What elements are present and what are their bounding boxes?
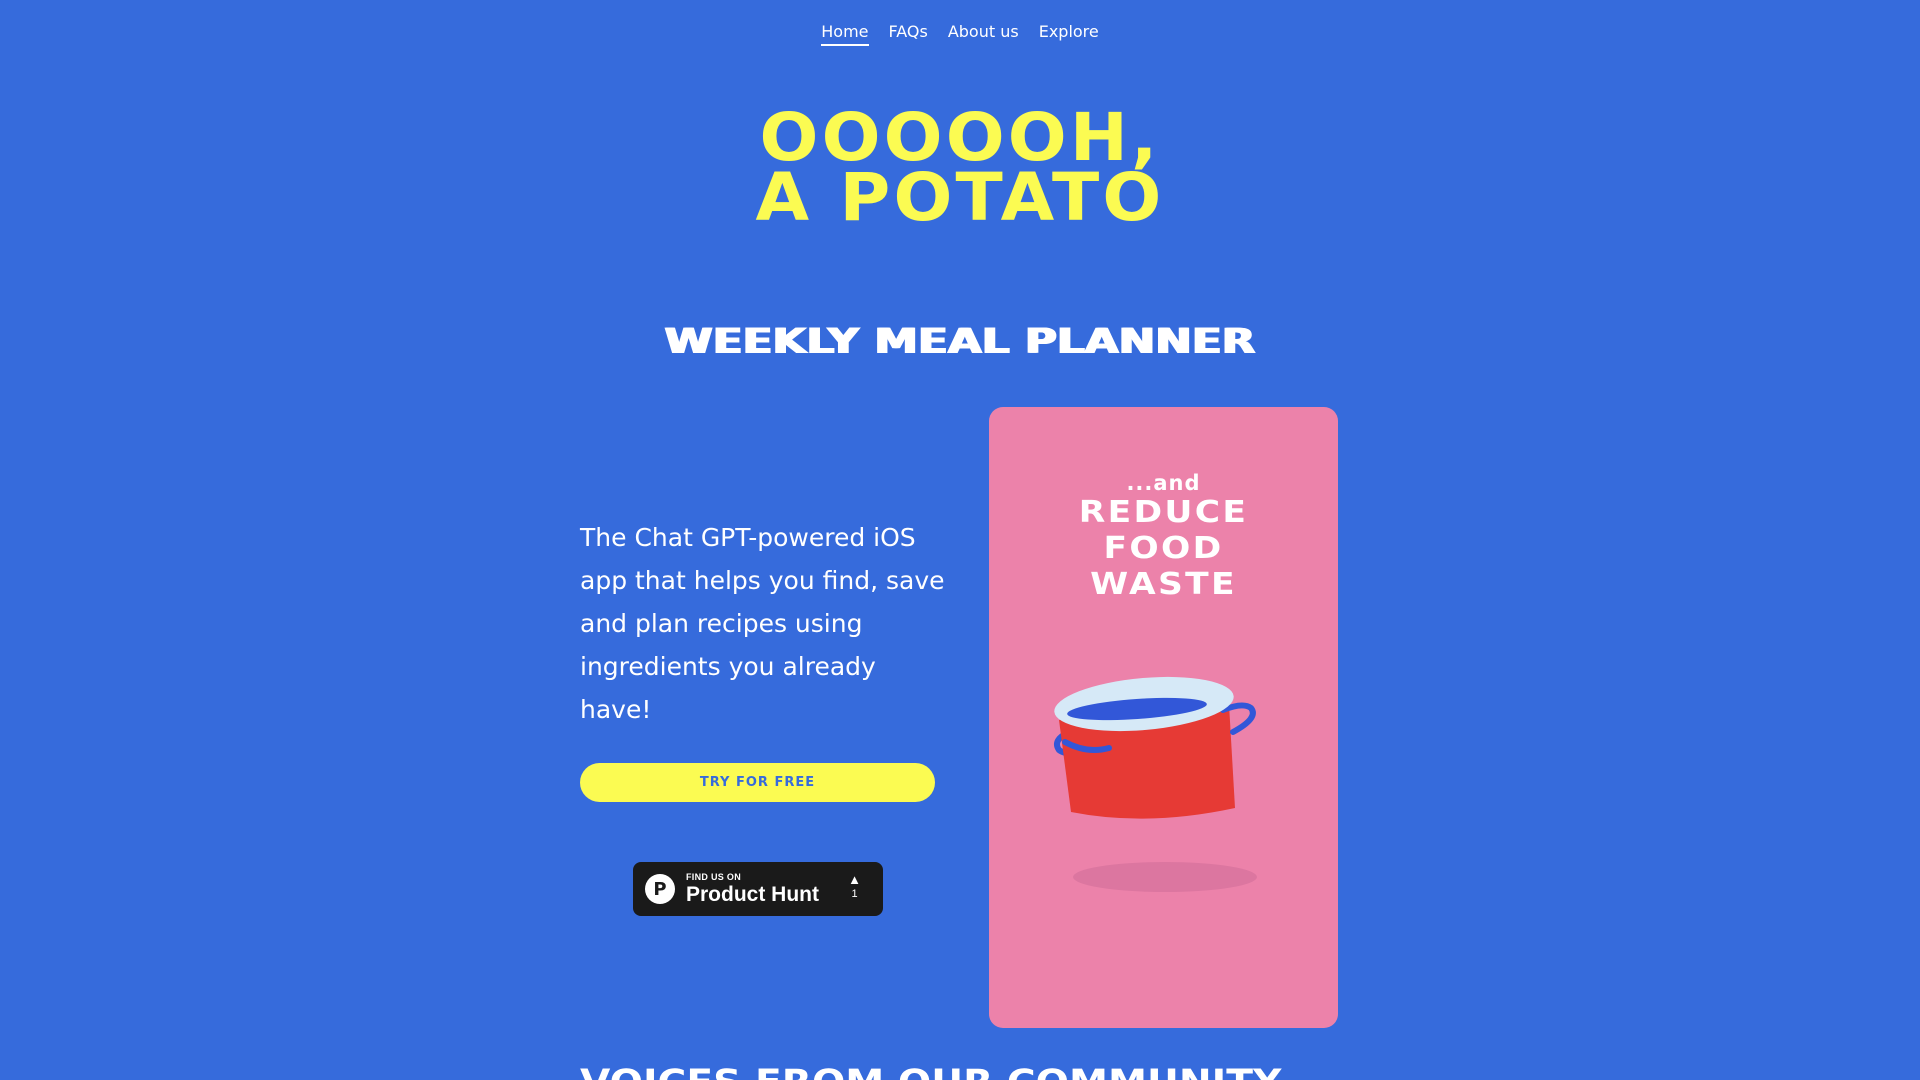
- section-title: WEEKLY MEAL PLANNER: [664, 322, 1256, 362]
- product-hunt-big-label: Product Hunt: [686, 883, 819, 906]
- nav-faqs[interactable]: FAQs: [889, 22, 928, 46]
- nav-about-us[interactable]: About us: [948, 22, 1019, 46]
- feature-card-line-3: WASTE: [1090, 567, 1237, 602]
- product-hunt-small-label: FIND US ON: [686, 872, 742, 882]
- feature-card-line-2: FOOD: [1103, 531, 1224, 566]
- brand-logo-line-2: A POTATO: [755, 159, 1165, 236]
- upvote-arrow-icon: ▲: [848, 872, 861, 887]
- feature-card: ...and REDUCE FOOD WASTE: [989, 407, 1338, 1028]
- top-nav: Home FAQs About us Explore: [0, 22, 1920, 46]
- product-hunt-badge[interactable]: P FIND US ON Product Hunt ▲ 1: [633, 862, 883, 916]
- product-hunt-votes: ▲ 1: [848, 872, 861, 900]
- community-heading: VOICES FROM OUR COMMUNITY: [580, 1063, 1281, 1080]
- cooking-pot-icon: [1054, 676, 1257, 892]
- page: Home FAQs About us Explore OOOOOH, A POT…: [0, 0, 1920, 1080]
- feature-card-line-1: REDUCE: [1078, 495, 1249, 530]
- feature-card-text: ...and REDUCE FOOD WASTE: [989, 471, 1338, 603]
- try-for-free-button[interactable]: TRY FOR FREE: [580, 763, 935, 802]
- brand-logo: OOOOOH, A POTATO: [0, 105, 1920, 236]
- nav-explore[interactable]: Explore: [1039, 22, 1099, 46]
- product-hunt-logo-icon: P: [645, 874, 675, 904]
- product-hunt-text: FIND US ON Product Hunt: [686, 872, 819, 906]
- nav-home[interactable]: Home: [821, 22, 869, 46]
- vote-count: 1: [851, 888, 858, 900]
- feature-card-small-text: ...and: [1126, 471, 1201, 495]
- tagline: The Chat GPT-powered iOS app that helps …: [580, 523, 945, 724]
